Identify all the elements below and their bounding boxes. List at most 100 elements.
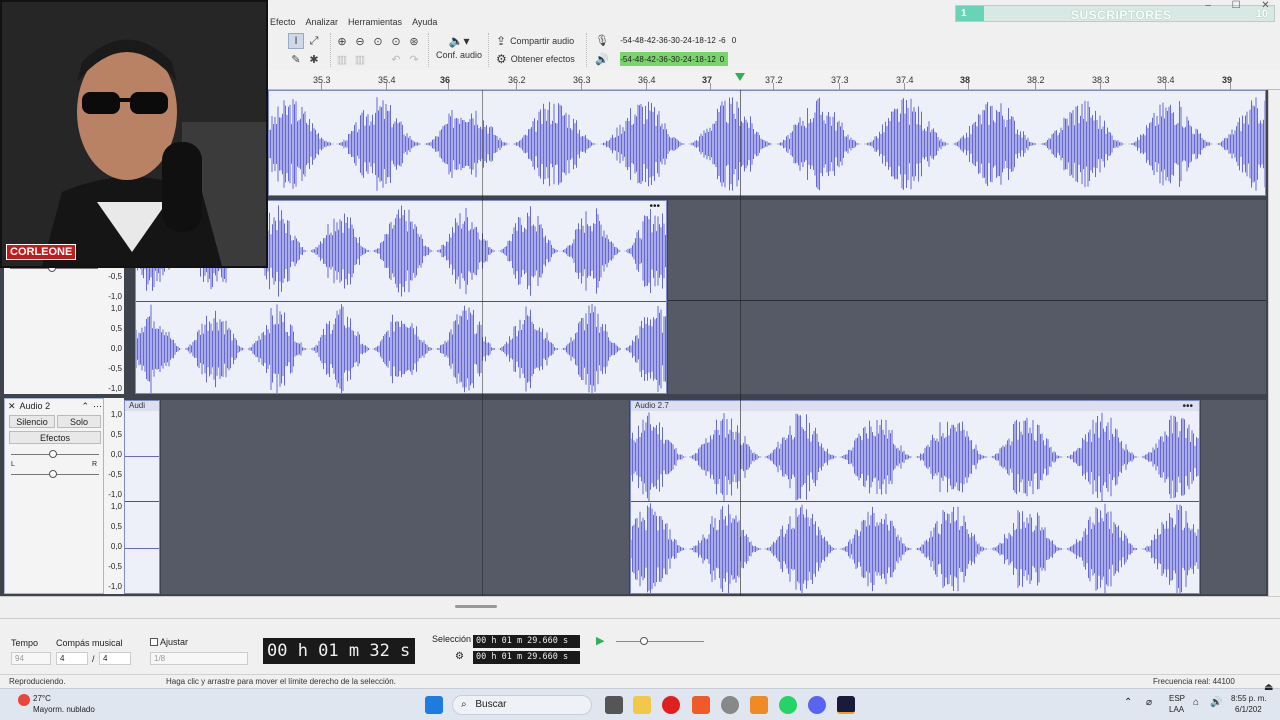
microphone-icon[interactable]: 🎙: [594, 32, 610, 48]
gain-slider[interactable]: [49, 450, 57, 458]
silence-icon[interactable]: ▥: [352, 51, 368, 67]
zoom-in-icon[interactable]: ⊕: [334, 33, 350, 49]
time-sig-numerator[interactable]: 4: [56, 652, 88, 665]
playhead-marker[interactable]: [735, 73, 745, 81]
settings-icon[interactable]: ⚙: [455, 651, 464, 662]
playback-meter[interactable]: -54 -48 -42 -36 -30 -24 -18 -12 0: [620, 52, 728, 66]
empty-track-region[interactable]: [668, 200, 1266, 394]
pan-slider[interactable]: [49, 470, 57, 478]
track-name[interactable]: Audio 2: [20, 401, 51, 412]
undo-icon[interactable]: ↶: [388, 51, 404, 67]
zoom-out-icon[interactable]: ⊖: [352, 33, 368, 49]
ruler-tick-mark: [968, 83, 969, 90]
redo-icon[interactable]: ↷: [406, 51, 422, 67]
time-sig-denominator[interactable]: 4: [99, 652, 131, 665]
share-audio-button[interactable]: ⇪ Compartir audio: [496, 34, 574, 48]
collapse-icon[interactable]: ⌃: [81, 401, 89, 412]
zoom-toggle-icon[interactable]: ⊛: [406, 33, 422, 49]
effects-button[interactable]: Efectos: [9, 431, 101, 444]
audio-clip-b[interactable]: Audio 2.7 •••: [630, 400, 1200, 594]
snap-checkbox[interactable]: Ajustar: [150, 637, 188, 647]
maximize-icon[interactable]: ☐: [1232, 0, 1241, 12]
windows-start-icon[interactable]: [425, 696, 443, 714]
clock-time[interactable]: 8:55 p. m.: [1231, 694, 1267, 703]
language[interactable]: ESP: [1169, 694, 1185, 703]
speed-slider-thumb[interactable]: [640, 637, 648, 645]
minimize-icon[interactable]: –: [1205, 0, 1211, 12]
empty-track-region[interactable]: [1201, 400, 1266, 594]
weather-temp[interactable]: 27°C: [33, 694, 51, 703]
track-header-audio-2[interactable]: ✕ Audio 2 ⌃ ⋯ Silencio Solo Efectos L R: [4, 398, 104, 594]
play-at-speed-icon[interactable]: ▶: [596, 634, 604, 647]
notification-icon[interactable]: ⏏: [1264, 682, 1273, 693]
menu-ayuda[interactable]: Ayuda: [412, 17, 437, 27]
snap-select[interactable]: 1/8: [150, 652, 248, 665]
task-view-icon[interactable]: [605, 696, 623, 714]
horizontal-scrollbar[interactable]: [0, 596, 1280, 618]
fit-project-icon[interactable]: ⊙: [388, 33, 404, 49]
meter-tick: -30: [668, 54, 680, 64]
meter-tick: -48: [632, 35, 644, 45]
tempo-label: Tempo: [11, 638, 39, 648]
chevron-up-icon[interactable]: ⌃: [1124, 697, 1132, 708]
menu-herramientas[interactable]: Herramientas: [348, 17, 402, 27]
file-explorer-icon[interactable]: [633, 696, 651, 714]
playback-speaker-icon[interactable]: 🔊: [594, 51, 610, 67]
fit-selection-icon[interactable]: ⊙: [370, 33, 386, 49]
close-track-icon[interactable]: ✕: [8, 401, 16, 412]
track-menu-icon[interactable]: ⋯: [93, 401, 102, 412]
discord-icon[interactable]: [808, 696, 826, 714]
weather-desc[interactable]: Mayorm. nublado: [33, 705, 95, 714]
speed-slider[interactable]: [616, 641, 704, 642]
mute-button[interactable]: Silencio: [9, 415, 55, 428]
tempo-field[interactable]: 94: [11, 652, 51, 665]
empty-track-region[interactable]: [161, 400, 629, 594]
meter-tick: -6: [718, 35, 726, 45]
record-meter[interactable]: -54 -48 -42 -36 -30 -24 -18 -12 -6 0: [620, 33, 740, 47]
waveform: [631, 412, 1199, 593]
close-icon[interactable]: ✕: [1261, 0, 1269, 12]
language-layout[interactable]: LAA: [1169, 705, 1184, 714]
ruler-tick-mark: [646, 83, 647, 90]
trim-icon[interactable]: ▥: [334, 51, 350, 67]
get-effects-button[interactable]: ⚙ Obtener efectos: [496, 52, 575, 66]
ruler-tick-mark: [1035, 83, 1036, 90]
multi-tool-icon[interactable]: ✱: [306, 51, 322, 67]
webcam-image: [2, 2, 266, 266]
vertical-scrollbar[interactable]: [1268, 90, 1280, 596]
opera-icon[interactable]: [662, 696, 680, 714]
menu-efecto[interactable]: Efecto: [270, 17, 296, 27]
envelope-tool-icon[interactable]: ⤢: [306, 33, 322, 49]
window-controls: – ☐ ✕: [1195, 0, 1280, 12]
solo-button[interactable]: Solo: [57, 415, 101, 428]
cursor-line: [482, 90, 483, 596]
meter-tick: -30: [668, 35, 680, 45]
search-box[interactable]: ⌕ Buscar: [452, 695, 592, 715]
ruler-tick-mark: [839, 83, 840, 90]
audio-clip-a[interactable]: Audi: [124, 400, 160, 594]
selection-end[interactable]: 00 h 01 m 29.660 s: [473, 651, 580, 664]
plugin-icon: ⚙: [496, 52, 507, 66]
ruler-tick-mark: [1165, 83, 1166, 90]
menu-analizar[interactable]: Analizar: [306, 17, 339, 27]
app-icon[interactable]: [721, 696, 739, 714]
sample-rate: Frecuencia real: 44100: [1153, 677, 1235, 686]
whatsapp-icon[interactable]: [779, 696, 797, 714]
microphone-tray-icon[interactable]: ⌀: [1146, 697, 1152, 708]
audacity-icon[interactable]: [837, 696, 855, 714]
meter-tick: -54: [620, 54, 632, 64]
brave-icon[interactable]: [692, 696, 710, 714]
timeline-ruler[interactable]: 35.3 35.4 36 36.2 36.3 36.4 37 37.2 37.3 37.4 38 38…: [268, 70, 1280, 90]
amplitude-scale: 1,0 0,5 0,0 -0,5 -1,0 1,0 0,5 0,0 -0,5 -…: [104, 398, 124, 594]
volume-icon[interactable]: 🔊: [1210, 697, 1222, 708]
select-tool-icon[interactable]: I: [288, 33, 304, 49]
audio-clip[interactable]: [268, 90, 1266, 196]
time-display[interactable]: 00 h 01 m 32 s: [263, 638, 415, 664]
ai-app-icon[interactable]: [750, 696, 768, 714]
network-icon[interactable]: ⌂: [1193, 697, 1199, 708]
audio-setup-button[interactable]: 🔈▾ Conf. audio: [436, 34, 482, 60]
selection-start[interactable]: 00 h 01 m 29.660 s: [473, 635, 580, 648]
clock-date[interactable]: 6/1/202: [1235, 705, 1262, 714]
draw-tool-icon[interactable]: ✎: [288, 51, 304, 67]
ruler-tick-mark: [386, 83, 387, 90]
